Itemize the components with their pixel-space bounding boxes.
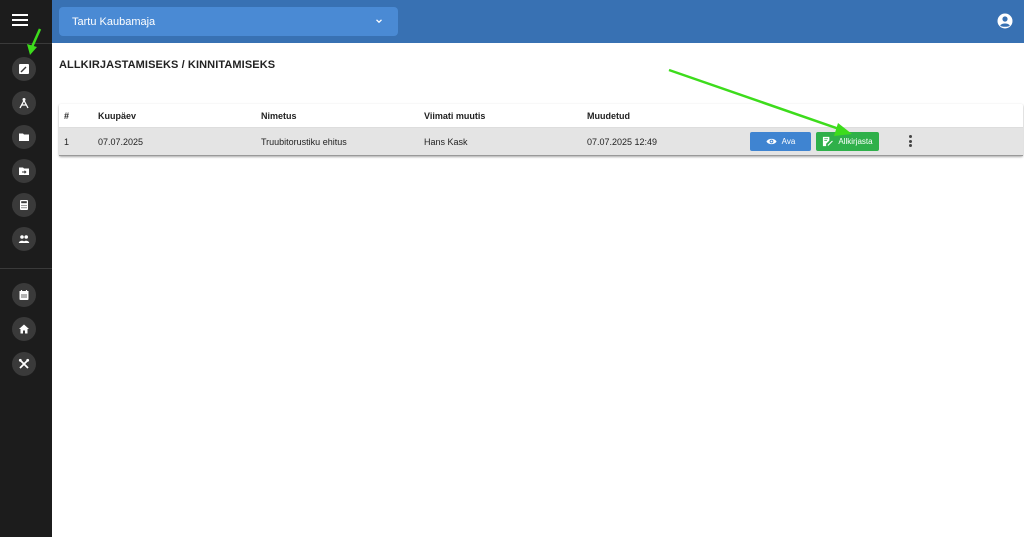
row-date: 07.07.2025 xyxy=(98,136,144,147)
sign-button[interactable]: Allkirjasta xyxy=(816,132,879,151)
table-row[interactable]: 1 07.07.2025 Truubitorustiku ehitus Hans… xyxy=(59,128,1023,156)
folder-move-icon[interactable] xyxy=(12,159,36,183)
table-header: # Kuupäev Nimetus Viimati muutis Muudetu… xyxy=(59,104,1023,128)
users-icon[interactable] xyxy=(12,227,36,251)
sidebar-divider xyxy=(0,43,52,44)
open-button-label: Ava xyxy=(781,137,796,146)
top-bar: Tartu Kaubamaja xyxy=(52,0,1024,43)
chevron-down-icon xyxy=(376,19,382,24)
page-title: ALLKIRJASTAMISEKS / KINNITAMISEKS xyxy=(59,59,276,71)
row-number: 1 xyxy=(64,136,70,147)
hamburger-menu-icon[interactable] xyxy=(12,12,28,30)
signature-icon[interactable] xyxy=(12,57,36,81)
more-options-icon[interactable] xyxy=(907,135,913,149)
home-icon[interactable] xyxy=(12,317,36,341)
column-header-modified-by[interactable]: Viimati muutis xyxy=(424,104,485,127)
column-header-date[interactable]: Kuupäev xyxy=(98,104,136,127)
account-circle-icon[interactable] xyxy=(997,13,1013,29)
calculator-icon[interactable] xyxy=(12,193,36,217)
open-button[interactable]: Ava xyxy=(750,132,811,151)
sidebar-divider xyxy=(0,268,52,269)
documents-table: # Kuupäev Nimetus Viimati muutis Muudetu… xyxy=(59,104,1023,156)
sign-document-icon xyxy=(823,136,834,147)
organization-select-label: Tartu Kaubamaja xyxy=(72,15,156,28)
calendar-icon[interactable] xyxy=(12,283,36,307)
annotation-overlay xyxy=(27,28,852,136)
column-header-name[interactable]: Nimetus xyxy=(261,104,297,127)
folder-icon[interactable] xyxy=(12,125,36,149)
drafting-compass-icon[interactable] xyxy=(12,91,36,115)
eye-icon xyxy=(766,138,777,145)
tools-icon[interactable] xyxy=(12,352,36,376)
row-modified-by: Hans Kask xyxy=(424,136,468,147)
column-header-modified[interactable]: Muudetud xyxy=(587,104,630,127)
row-modified: 07.07.2025 12:49 xyxy=(587,136,658,147)
organization-select[interactable]: Tartu Kaubamaja xyxy=(59,7,398,36)
row-name: Truubitorustiku ehitus xyxy=(261,136,347,147)
sign-button-label: Allkirjasta xyxy=(838,137,873,146)
column-header-number[interactable]: # xyxy=(64,104,69,127)
sidebar xyxy=(0,0,52,537)
